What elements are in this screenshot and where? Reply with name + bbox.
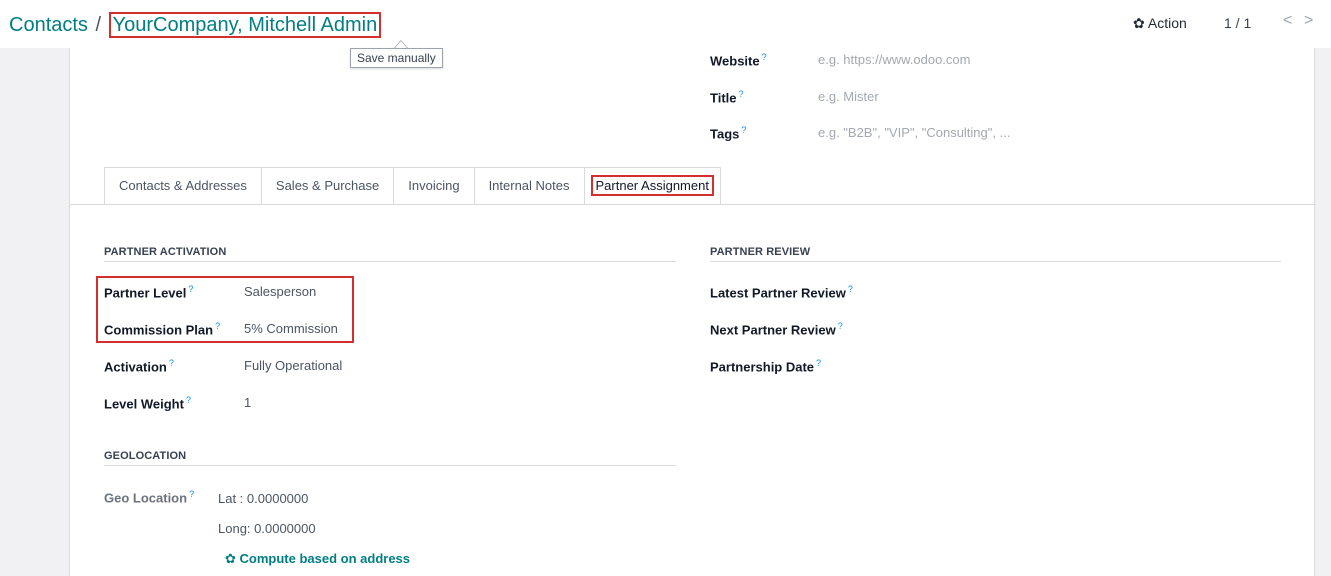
help-icon[interactable]: ?	[848, 284, 853, 294]
help-icon[interactable]: ?	[739, 89, 744, 99]
tags-field[interactable]: Tags? e.g. "B2B", "VIP", "Consulting", .…	[710, 125, 1010, 142]
next-partner-review-field[interactable]: Next Partner Review?	[710, 321, 843, 337]
compute-address-button[interactable]: ✿ Compute based on address	[225, 551, 410, 567]
pager-next-button[interactable]: >	[1304, 12, 1313, 30]
gear-icon: ✿	[225, 551, 236, 566]
tab-sales-purchase[interactable]: Sales & Purchase	[260, 167, 394, 205]
help-icon[interactable]: ?	[169, 358, 174, 368]
control-panel: Contacts / YourCompany, Mitchell Admin ✿…	[0, 0, 1331, 48]
breadcrumb-separator: /	[95, 14, 102, 36]
help-icon[interactable]: ?	[762, 52, 767, 62]
geo-longitude-value: Long: 0.0000000	[218, 521, 316, 536]
help-icon[interactable]: ?	[838, 321, 843, 331]
partner-activation-title: PARTNER ACTIVATION	[104, 246, 227, 258]
help-icon[interactable]: ?	[816, 358, 821, 368]
geolocation-title: GEOLOCATION	[104, 450, 187, 462]
title-field[interactable]: Title? e.g. Mister	[710, 89, 879, 106]
breadcrumb-current-record: YourCompany, Mitchell Admin	[108, 12, 382, 38]
partnership-date-field[interactable]: Partnership Date?	[710, 358, 821, 374]
tags-label: Tags	[710, 126, 740, 142]
pager-value[interactable]: 1 / 1	[1224, 15, 1251, 31]
activation-label: Activation	[104, 359, 167, 375]
geo-latitude-value: Lat : 0.0000000	[218, 491, 309, 506]
tab-partner-assignment-label: Partner Assignment	[590, 175, 714, 196]
chevron-right-icon: >	[1304, 12, 1314, 29]
level-weight-field: Level Weight? 1	[104, 395, 251, 412]
section-divider	[104, 261, 676, 262]
tooltip-arrow	[394, 40, 408, 48]
help-icon[interactable]: ?	[189, 489, 194, 499]
activation-field: Activation? Fully Operational	[104, 358, 342, 375]
chevron-left-icon: <	[1283, 12, 1293, 29]
level-weight-value[interactable]: 1	[244, 395, 251, 410]
breadcrumb: Contacts / YourCompany, Mitchell Admin	[9, 12, 382, 38]
geo-location-field: Geo Location?	[104, 489, 194, 505]
tags-input[interactable]: e.g. "B2B", "VIP", "Consulting", ...	[818, 125, 1010, 140]
help-icon[interactable]: ?	[741, 125, 746, 135]
tab-divider	[70, 204, 1316, 205]
breadcrumb-contacts-link[interactable]: Contacts	[9, 14, 88, 36]
highlight-box	[96, 276, 354, 343]
tab-contacts-addresses[interactable]: Contacts & Addresses	[104, 167, 261, 205]
website-label: Website	[710, 53, 760, 69]
compute-address-label: Compute based on address	[239, 551, 411, 566]
notebook-tabs: Contacts & Addresses Sales & Purchase In…	[104, 167, 721, 205]
title-label: Title	[710, 90, 737, 106]
action-label: Action	[1147, 15, 1187, 31]
partnership-date-label: Partnership Date	[710, 359, 815, 375]
tab-invoicing[interactable]: Invoicing	[393, 167, 474, 205]
activation-value[interactable]: Fully Operational	[244, 358, 342, 373]
form-sheet: Website? e.g. https://www.odoo.com Title…	[69, 48, 1316, 576]
tab-internal-notes[interactable]: Internal Notes	[473, 167, 584, 205]
level-weight-label: Level Weight	[104, 396, 184, 412]
latest-partner-review-field[interactable]: Latest Partner Review?	[710, 284, 853, 300]
section-divider	[710, 261, 1281, 262]
section-divider	[104, 465, 676, 466]
save-manually-tooltip: Save manually	[350, 48, 443, 68]
website-input[interactable]: e.g. https://www.odoo.com	[818, 52, 970, 67]
geo-location-label: Geo Location	[104, 490, 188, 506]
title-input[interactable]: e.g. Mister	[818, 89, 879, 104]
gear-icon: ✿	[1133, 15, 1145, 31]
website-field[interactable]: Website? e.g. https://www.odoo.com	[710, 52, 970, 69]
pager-previous-button[interactable]: <	[1283, 12, 1292, 30]
action-button[interactable]: ✿ Action	[1133, 15, 1187, 32]
next-partner-review-label: Next Partner Review	[710, 322, 836, 338]
latest-partner-review-label: Latest Partner Review	[710, 285, 846, 301]
partner-review-title: PARTNER REVIEW	[710, 246, 811, 258]
help-icon[interactable]: ?	[186, 395, 191, 405]
tab-partner-assignment[interactable]: Partner Assignment	[583, 167, 721, 205]
